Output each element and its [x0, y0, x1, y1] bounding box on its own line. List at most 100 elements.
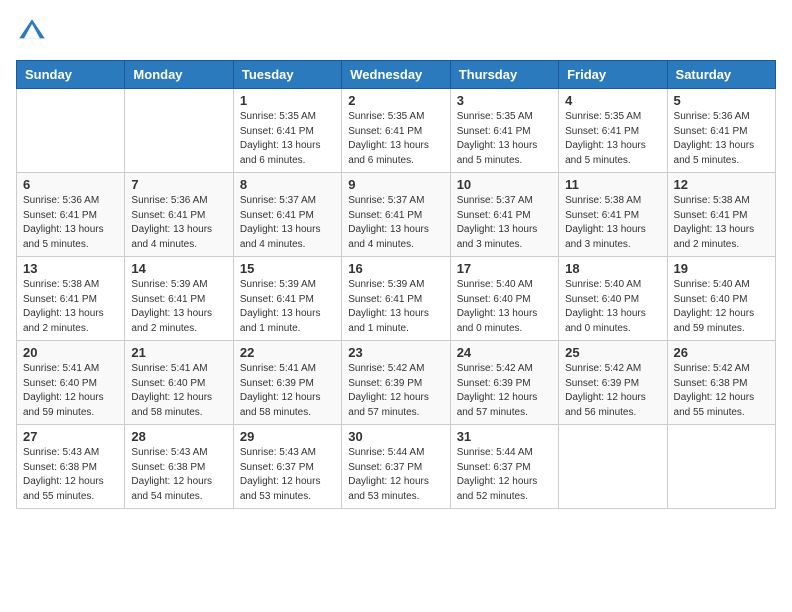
calendar-cell: 29 Sunrise: 5:43 AM Sunset: 6:37 PM Dayli… [233, 425, 341, 509]
day-info: Sunrise: 5:37 AM Sunset: 6:41 PM Dayligh… [240, 194, 335, 252]
calendar-week-3: 13 Sunrise: 5:38 AM Sunset: 6:41 PM Dayli… [17, 257, 776, 341]
calendar-cell: 24 Sunrise: 5:42 AM Sunset: 6:39 PM Dayli… [450, 341, 558, 425]
logo-icon [16, 16, 48, 48]
day-info: Sunrise: 5:44 AM Sunset: 6:37 PM Dayligh… [348, 446, 443, 504]
day-number: 15 [240, 261, 335, 276]
day-number: 5 [674, 93, 769, 108]
calendar-cell [17, 89, 125, 173]
day-info: Sunrise: 5:40 AM Sunset: 6:40 PM Dayligh… [565, 278, 660, 336]
day-info: Sunrise: 5:42 AM Sunset: 6:39 PM Dayligh… [457, 362, 552, 420]
day-info: Sunrise: 5:35 AM Sunset: 6:41 PM Dayligh… [240, 110, 335, 168]
day-number: 2 [348, 93, 443, 108]
day-number: 6 [23, 177, 118, 192]
day-number: 31 [457, 429, 552, 444]
day-info: Sunrise: 5:36 AM Sunset: 6:41 PM Dayligh… [674, 110, 769, 168]
calendar-cell: 6 Sunrise: 5:36 AM Sunset: 6:41 PM Daylig… [17, 173, 125, 257]
day-info: Sunrise: 5:38 AM Sunset: 6:41 PM Dayligh… [674, 194, 769, 252]
day-info: Sunrise: 5:40 AM Sunset: 6:40 PM Dayligh… [674, 278, 769, 336]
calendar-cell: 5 Sunrise: 5:36 AM Sunset: 6:41 PM Daylig… [667, 89, 775, 173]
calendar-cell: 9 Sunrise: 5:37 AM Sunset: 6:41 PM Daylig… [342, 173, 450, 257]
calendar-cell: 11 Sunrise: 5:38 AM Sunset: 6:41 PM Dayli… [559, 173, 667, 257]
day-info: Sunrise: 5:35 AM Sunset: 6:41 PM Dayligh… [457, 110, 552, 168]
calendar-cell: 19Sunrise: 5:40 AM Sunset: 6:40 PM Dayli… [667, 257, 775, 341]
day-info: Sunrise: 5:41 AM Sunset: 6:39 PM Dayligh… [240, 362, 335, 420]
day-info: Sunrise: 5:39 AM Sunset: 6:41 PM Dayligh… [240, 278, 335, 336]
page-header [16, 16, 776, 48]
day-number: 4 [565, 93, 660, 108]
day-header-monday: Monday [125, 61, 233, 89]
day-info: Sunrise: 5:37 AM Sunset: 6:41 PM Dayligh… [348, 194, 443, 252]
calendar-cell: 2 Sunrise: 5:35 AM Sunset: 6:41 PM Daylig… [342, 89, 450, 173]
calendar-cell: 3 Sunrise: 5:35 AM Sunset: 6:41 PM Daylig… [450, 89, 558, 173]
day-number: 17 [457, 261, 552, 276]
day-header-saturday: Saturday [667, 61, 775, 89]
day-header-tuesday: Tuesday [233, 61, 341, 89]
calendar-cell: 25 Sunrise: 5:42 AM Sunset: 6:39 PM Dayli… [559, 341, 667, 425]
day-info: Sunrise: 5:42 AM Sunset: 6:39 PM Dayligh… [348, 362, 443, 420]
day-number: 13 [23, 261, 118, 276]
day-number: 18 [565, 261, 660, 276]
day-header-friday: Friday [559, 61, 667, 89]
day-info: Sunrise: 5:36 AM Sunset: 6:41 PM Dayligh… [131, 194, 226, 252]
day-number: 27 [23, 429, 118, 444]
calendar-cell: 1 Sunrise: 5:35 AM Sunset: 6:41 PM Daylig… [233, 89, 341, 173]
calendar-cell [559, 425, 667, 509]
day-info: Sunrise: 5:35 AM Sunset: 6:41 PM Dayligh… [565, 110, 660, 168]
day-number: 25 [565, 345, 660, 360]
day-header-sunday: Sunday [17, 61, 125, 89]
day-number: 3 [457, 93, 552, 108]
day-header-wednesday: Wednesday [342, 61, 450, 89]
calendar-cell: 12 Sunrise: 5:38 AM Sunset: 6:41 PM Dayli… [667, 173, 775, 257]
day-number: 9 [348, 177, 443, 192]
calendar-cell: 4 Sunrise: 5:35 AM Sunset: 6:41 PM Daylig… [559, 89, 667, 173]
day-number: 24 [457, 345, 552, 360]
calendar-week-2: 6 Sunrise: 5:36 AM Sunset: 6:41 PM Daylig… [17, 173, 776, 257]
day-number: 23 [348, 345, 443, 360]
day-header-thursday: Thursday [450, 61, 558, 89]
day-info: Sunrise: 5:38 AM Sunset: 6:41 PM Dayligh… [23, 278, 118, 336]
calendar-cell: 10Sunrise: 5:37 AM Sunset: 6:41 PM Dayli… [450, 173, 558, 257]
day-info: Sunrise: 5:37 AM Sunset: 6:41 PM Dayligh… [457, 194, 552, 252]
day-number: 21 [131, 345, 226, 360]
calendar-cell: 18 Sunrise: 5:40 AM Sunset: 6:40 PM Dayli… [559, 257, 667, 341]
logo [16, 16, 52, 48]
day-number: 12 [674, 177, 769, 192]
day-number: 7 [131, 177, 226, 192]
calendar-cell: 20Sunrise: 5:41 AM Sunset: 6:40 PM Dayli… [17, 341, 125, 425]
day-number: 22 [240, 345, 335, 360]
calendar-cell: 8Sunrise: 5:37 AM Sunset: 6:41 PM Daylig… [233, 173, 341, 257]
calendar-cell: 16 Sunrise: 5:39 AM Sunset: 6:41 PM Dayli… [342, 257, 450, 341]
calendar-cell: 26 Sunrise: 5:42 AM Sunset: 6:38 PM Dayli… [667, 341, 775, 425]
day-number: 1 [240, 93, 335, 108]
day-info: Sunrise: 5:42 AM Sunset: 6:39 PM Dayligh… [565, 362, 660, 420]
calendar-cell: 22 Sunrise: 5:41 AM Sunset: 6:39 PM Dayli… [233, 341, 341, 425]
day-number: 30 [348, 429, 443, 444]
day-number: 26 [674, 345, 769, 360]
day-info: Sunrise: 5:35 AM Sunset: 6:41 PM Dayligh… [348, 110, 443, 168]
calendar-cell: 21 Sunrise: 5:41 AM Sunset: 6:40 PM Dayli… [125, 341, 233, 425]
calendar-week-5: 27 Sunrise: 5:43 AM Sunset: 6:38 PM Dayli… [17, 425, 776, 509]
day-info: Sunrise: 5:39 AM Sunset: 6:41 PM Dayligh… [348, 278, 443, 336]
day-info: Sunrise: 5:43 AM Sunset: 6:38 PM Dayligh… [131, 446, 226, 504]
calendar-cell [667, 425, 775, 509]
calendar-cell: 23 Sunrise: 5:42 AM Sunset: 6:39 PM Dayli… [342, 341, 450, 425]
day-number: 28 [131, 429, 226, 444]
calendar-cell: 15 Sunrise: 5:39 AM Sunset: 6:41 PM Dayli… [233, 257, 341, 341]
calendar-cell: 17Sunrise: 5:40 AM Sunset: 6:40 PM Dayli… [450, 257, 558, 341]
calendar-cell: 14Sunrise: 5:39 AM Sunset: 6:41 PM Dayli… [125, 257, 233, 341]
calendar-cell [125, 89, 233, 173]
day-info: Sunrise: 5:41 AM Sunset: 6:40 PM Dayligh… [131, 362, 226, 420]
day-number: 29 [240, 429, 335, 444]
day-number: 11 [565, 177, 660, 192]
calendar-header-row: SundayMondayTuesdayWednesdayThursdayFrid… [17, 61, 776, 89]
calendar-cell: 7 Sunrise: 5:36 AM Sunset: 6:41 PM Daylig… [125, 173, 233, 257]
calendar-table: SundayMondayTuesdayWednesdayThursdayFrid… [16, 60, 776, 509]
day-info: Sunrise: 5:43 AM Sunset: 6:37 PM Dayligh… [240, 446, 335, 504]
day-number: 14 [131, 261, 226, 276]
day-number: 16 [348, 261, 443, 276]
day-info: Sunrise: 5:42 AM Sunset: 6:38 PM Dayligh… [674, 362, 769, 420]
calendar-cell: 30 Sunrise: 5:44 AM Sunset: 6:37 PM Dayli… [342, 425, 450, 509]
day-info: Sunrise: 5:36 AM Sunset: 6:41 PM Dayligh… [23, 194, 118, 252]
calendar-cell: 27Sunrise: 5:43 AM Sunset: 6:38 PM Dayli… [17, 425, 125, 509]
day-info: Sunrise: 5:38 AM Sunset: 6:41 PM Dayligh… [565, 194, 660, 252]
